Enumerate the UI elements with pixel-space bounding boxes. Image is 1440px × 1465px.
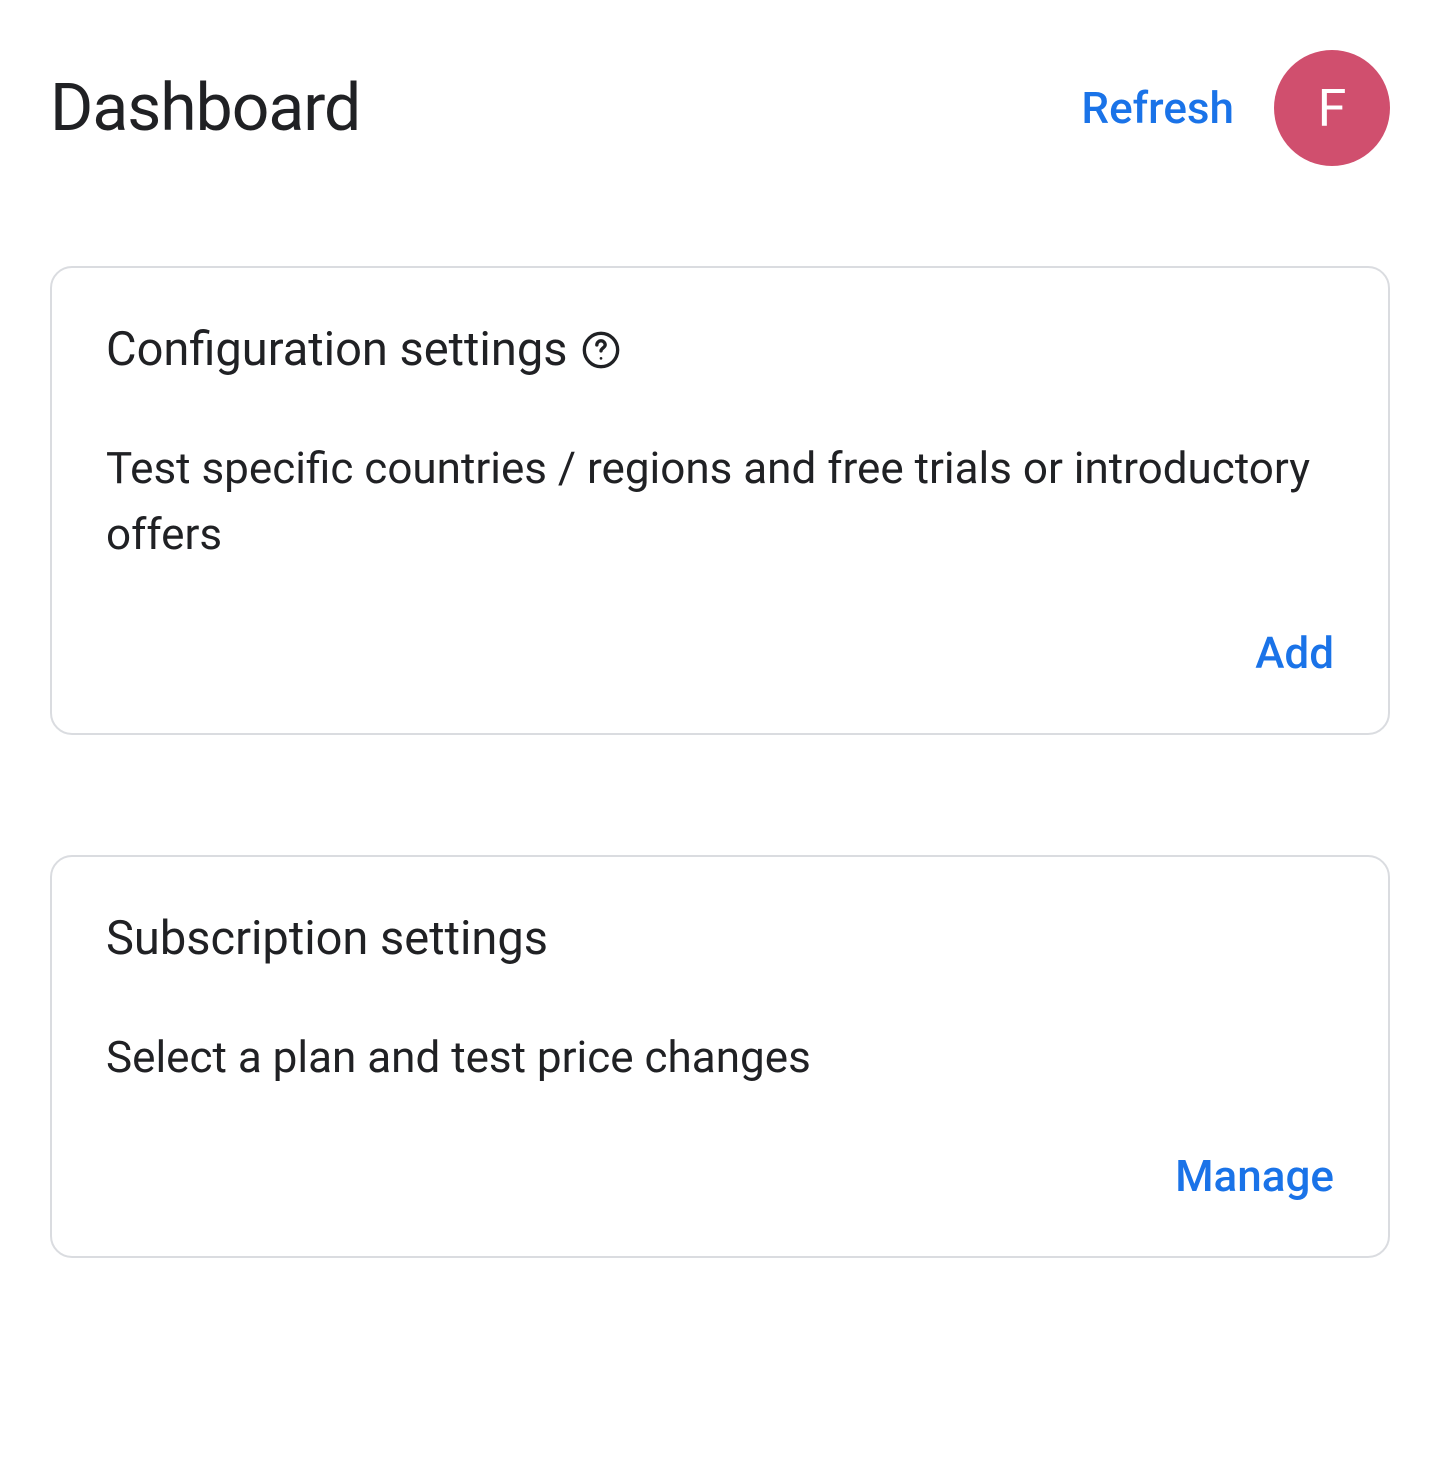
avatar[interactable]: F (1274, 50, 1390, 166)
subscription-card-title: Subscription settings (106, 911, 548, 966)
card-title-row: Subscription settings (106, 911, 1334, 966)
subscription-card-description: Select a plan and test price changes (106, 1024, 1334, 1090)
header-right: Refresh F (1081, 50, 1390, 166)
manage-button[interactable]: Manage (1175, 1150, 1334, 1202)
configuration-card-title: Configuration settings (106, 322, 567, 377)
configuration-settings-card: Configuration settings Test specific cou… (50, 266, 1390, 735)
card-title-row: Configuration settings (106, 322, 1334, 377)
card-action-row: Manage (106, 1150, 1334, 1202)
configuration-card-description: Test specific countries / regions and fr… (106, 435, 1334, 567)
refresh-button[interactable]: Refresh (1081, 82, 1234, 134)
subscription-settings-card: Subscription settings Select a plan and … (50, 855, 1390, 1258)
help-icon[interactable] (581, 330, 621, 370)
header: Dashboard Refresh F (50, 50, 1390, 166)
card-action-row: Add (106, 627, 1334, 679)
add-button[interactable]: Add (1255, 627, 1334, 679)
page-title: Dashboard (50, 70, 360, 147)
